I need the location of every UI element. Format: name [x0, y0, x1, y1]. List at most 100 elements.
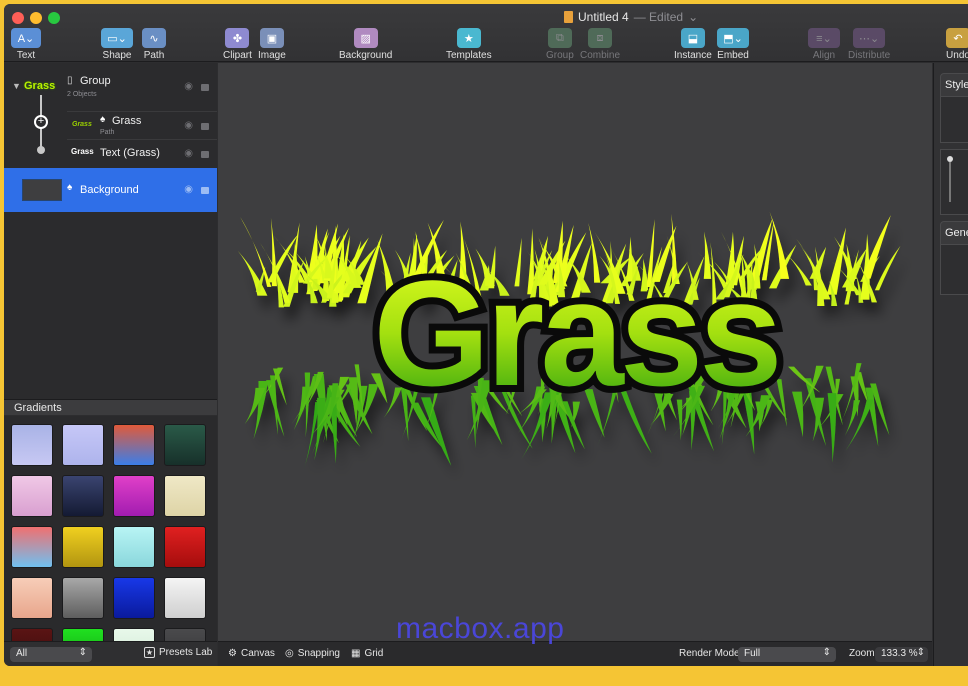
presets-lab-button[interactable]: ★ Presets Lab [144, 647, 212, 658]
render-mode-popup[interactable]: Full ⇕ [738, 647, 836, 662]
layer-thumbnail: Grass [72, 121, 92, 128]
templates-button[interactable]: ★ Templates [446, 28, 492, 61]
star-icon: ★ [144, 647, 155, 658]
clipart-button[interactable]: ✤ Clipart [223, 28, 252, 61]
gradient-swatch[interactable] [11, 475, 53, 517]
snapping-icon: ◎ [285, 648, 294, 659]
lock-icon[interactable] [201, 84, 209, 91]
lock-icon[interactable] [201, 187, 209, 194]
lock-icon[interactable] [201, 151, 209, 158]
text-icon: A⌄ [11, 28, 41, 48]
eye-icon[interactable]: ◉ [184, 81, 193, 92]
group-button[interactable]: ⧉ Group [546, 28, 574, 61]
path-icon: ♠ [100, 114, 106, 125]
layer-thumbnail: Grass [71, 147, 94, 156]
text-tool-button[interactable]: A⌄ Text [11, 28, 41, 61]
gradient-swatch[interactable] [164, 475, 206, 517]
grass-text-artwork[interactable]: Grass [218, 63, 932, 641]
distribute-button[interactable]: ⋯⌄ Distribute [848, 28, 890, 61]
background-icon: ▨ [353, 28, 378, 48]
layer-name: Group [80, 75, 111, 87]
eye-icon[interactable]: ◉ [184, 120, 193, 131]
grass-text[interactable]: Grass [366, 242, 789, 424]
zoom-field[interactable]: 133.3 % ⇕ [875, 647, 928, 662]
snapping-button[interactable]: ◎ Snapping [285, 648, 340, 659]
zoom-label: Zoom [849, 648, 875, 659]
gradient-swatch[interactable] [164, 526, 206, 568]
canvas-settings-button[interactable]: ⚙ Canvas [228, 648, 275, 659]
window-title[interactable]: Untitled 4 — Edited ⌄ [564, 10, 698, 24]
image-icon: ▣ [259, 28, 284, 48]
document-title: Untitled 4 [578, 10, 629, 24]
updown-icon: ⇕ [78, 647, 87, 658]
embed-button[interactable]: ⬒⌄ Embed [717, 28, 749, 61]
grass-blade [826, 227, 846, 295]
grid-button[interactable]: ▦ Grid [351, 648, 383, 659]
combine-button[interactable]: ⧈ Combine [580, 28, 620, 61]
gradient-swatch[interactable] [62, 475, 104, 517]
edited-status: — Edited [633, 10, 684, 24]
layer-thumbnail [22, 179, 62, 201]
updown-icon: ⇕ [822, 647, 831, 658]
gradient-swatch[interactable] [11, 424, 53, 466]
layer-row-grass-path[interactable]: Grass ♠ Grass Path ◉ [4, 111, 217, 139]
gradient-swatch[interactable] [113, 577, 155, 619]
document-icon [564, 11, 573, 23]
layer-name: Background [80, 184, 139, 196]
undo-icon: ↶ [946, 28, 968, 48]
minimize-window-button[interactable] [30, 12, 42, 24]
chevron-down-icon: ⌄ [688, 10, 699, 24]
style-slider-box [940, 149, 968, 215]
slider-track [949, 162, 951, 202]
align-button[interactable]: ≡⌄ Align [808, 28, 840, 61]
grass-blade [792, 391, 804, 438]
grass-blade [827, 393, 837, 463]
gradient-swatch[interactable] [62, 577, 104, 619]
instance-button[interactable]: ⬓ Instance [674, 28, 712, 61]
gradient-swatch[interactable] [62, 424, 104, 466]
gradient-filter-popup[interactable]: All ⇕ [10, 647, 92, 662]
undo-button[interactable]: ↶ Undo [946, 28, 968, 61]
lock-icon[interactable] [201, 123, 209, 130]
style-section-header[interactable]: Style [940, 73, 968, 97]
instance-icon: ⬓ [680, 28, 705, 48]
shape-tool-button[interactable]: ▭⌄ Shape [101, 28, 133, 61]
app-window: Untitled 4 — Edited ⌄ A⌄ Text ▭⌄ Shape ∿… [4, 4, 968, 666]
gear-icon: ⚙ [228, 648, 237, 659]
toolbar: Untitled 4 — Edited ⌄ A⌄ Text ▭⌄ Shape ∿… [4, 4, 968, 62]
eye-icon[interactable]: ◉ [184, 148, 193, 159]
close-window-button[interactable] [12, 12, 24, 24]
gradient-swatch[interactable] [62, 628, 104, 641]
grass-blade [269, 375, 278, 435]
layer-row-text-grass[interactable]: Grass Text (Grass) ◉ [4, 139, 217, 167]
eye-icon[interactable]: ◉ [184, 184, 193, 195]
gradient-swatch[interactable] [113, 628, 155, 641]
gradient-swatch[interactable] [11, 628, 53, 641]
watermark: macbox.app [396, 612, 565, 645]
gradient-swatch[interactable] [164, 628, 206, 641]
distribute-icon: ⋯⌄ [853, 28, 886, 48]
group-icon: ▯ [67, 75, 73, 86]
path-tool-button[interactable]: ∿ Path [142, 28, 166, 61]
gradient-swatch[interactable] [11, 577, 53, 619]
gradient-swatch[interactable] [11, 526, 53, 568]
gradient-swatch[interactable] [62, 526, 104, 568]
gradient-swatch[interactable] [113, 424, 155, 466]
layer-row-background-selected[interactable]: ♠ Background ◉ [4, 168, 217, 212]
disclosure-triangle-icon[interactable]: ▼ [12, 81, 21, 91]
render-mode-label: Render Mode [679, 648, 740, 659]
star-icon: ★ [456, 28, 481, 48]
embed-icon: ⬒⌄ [717, 28, 749, 48]
gradient-swatch[interactable] [164, 424, 206, 466]
background-button[interactable]: ▨ Background [339, 28, 392, 61]
general-section-header[interactable]: Gene [940, 221, 968, 245]
image-button[interactable]: ▣ Image [258, 28, 286, 61]
gradients-header: Gradients [4, 399, 217, 415]
canvas-area[interactable]: Grass [218, 63, 932, 641]
zoom-window-button[interactable] [48, 12, 60, 24]
gradient-swatch[interactable] [164, 577, 206, 619]
clipart-icon: ✤ [225, 28, 250, 48]
gradient-swatch[interactable] [113, 526, 155, 568]
gradient-swatch[interactable] [113, 475, 155, 517]
layer-row-group[interactable]: ▼ Grass ▯ Group 2 Objects ◉ [4, 71, 217, 107]
